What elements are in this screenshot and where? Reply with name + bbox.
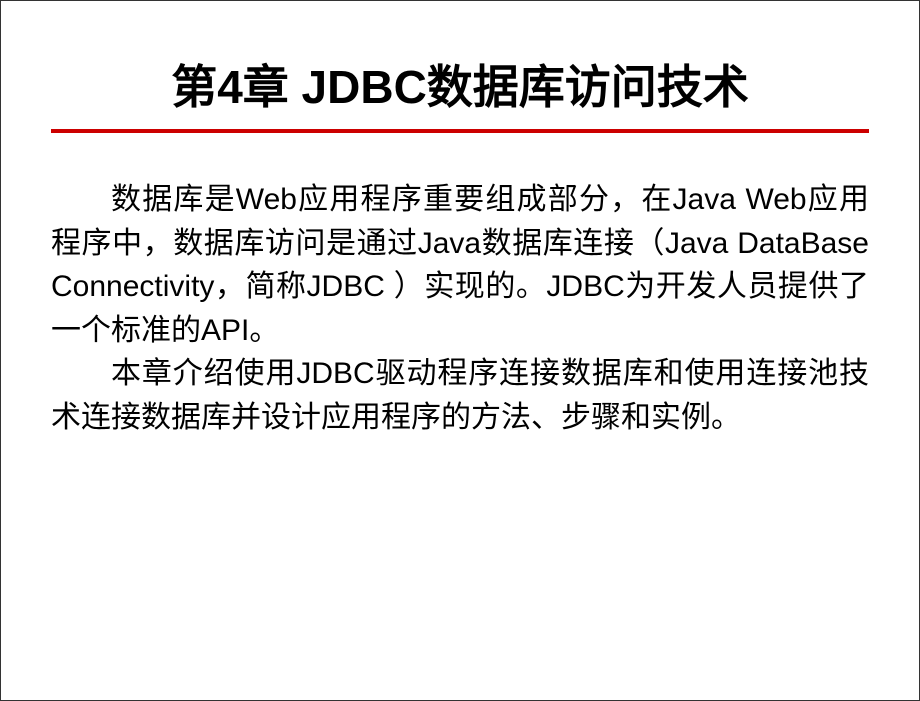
- slide-container: 第4章 JDBC数据库访问技术 数据库是Web应用程序重要组成部分，在Java …: [1, 1, 919, 700]
- title-underline: [51, 129, 869, 133]
- paragraph-1: 数据库是Web应用程序重要组成部分，在Java Web应用程序中，数据库访问是通…: [51, 178, 869, 352]
- paragraph-2: 本章介绍使用JDBC驱动程序连接数据库和使用连接池技术连接数据库并设计应用程序的…: [51, 352, 869, 439]
- slide-body: 数据库是Web应用程序重要组成部分，在Java Web应用程序中，数据库访问是通…: [51, 178, 869, 439]
- slide-title: 第4章 JDBC数据库访问技术: [51, 51, 869, 117]
